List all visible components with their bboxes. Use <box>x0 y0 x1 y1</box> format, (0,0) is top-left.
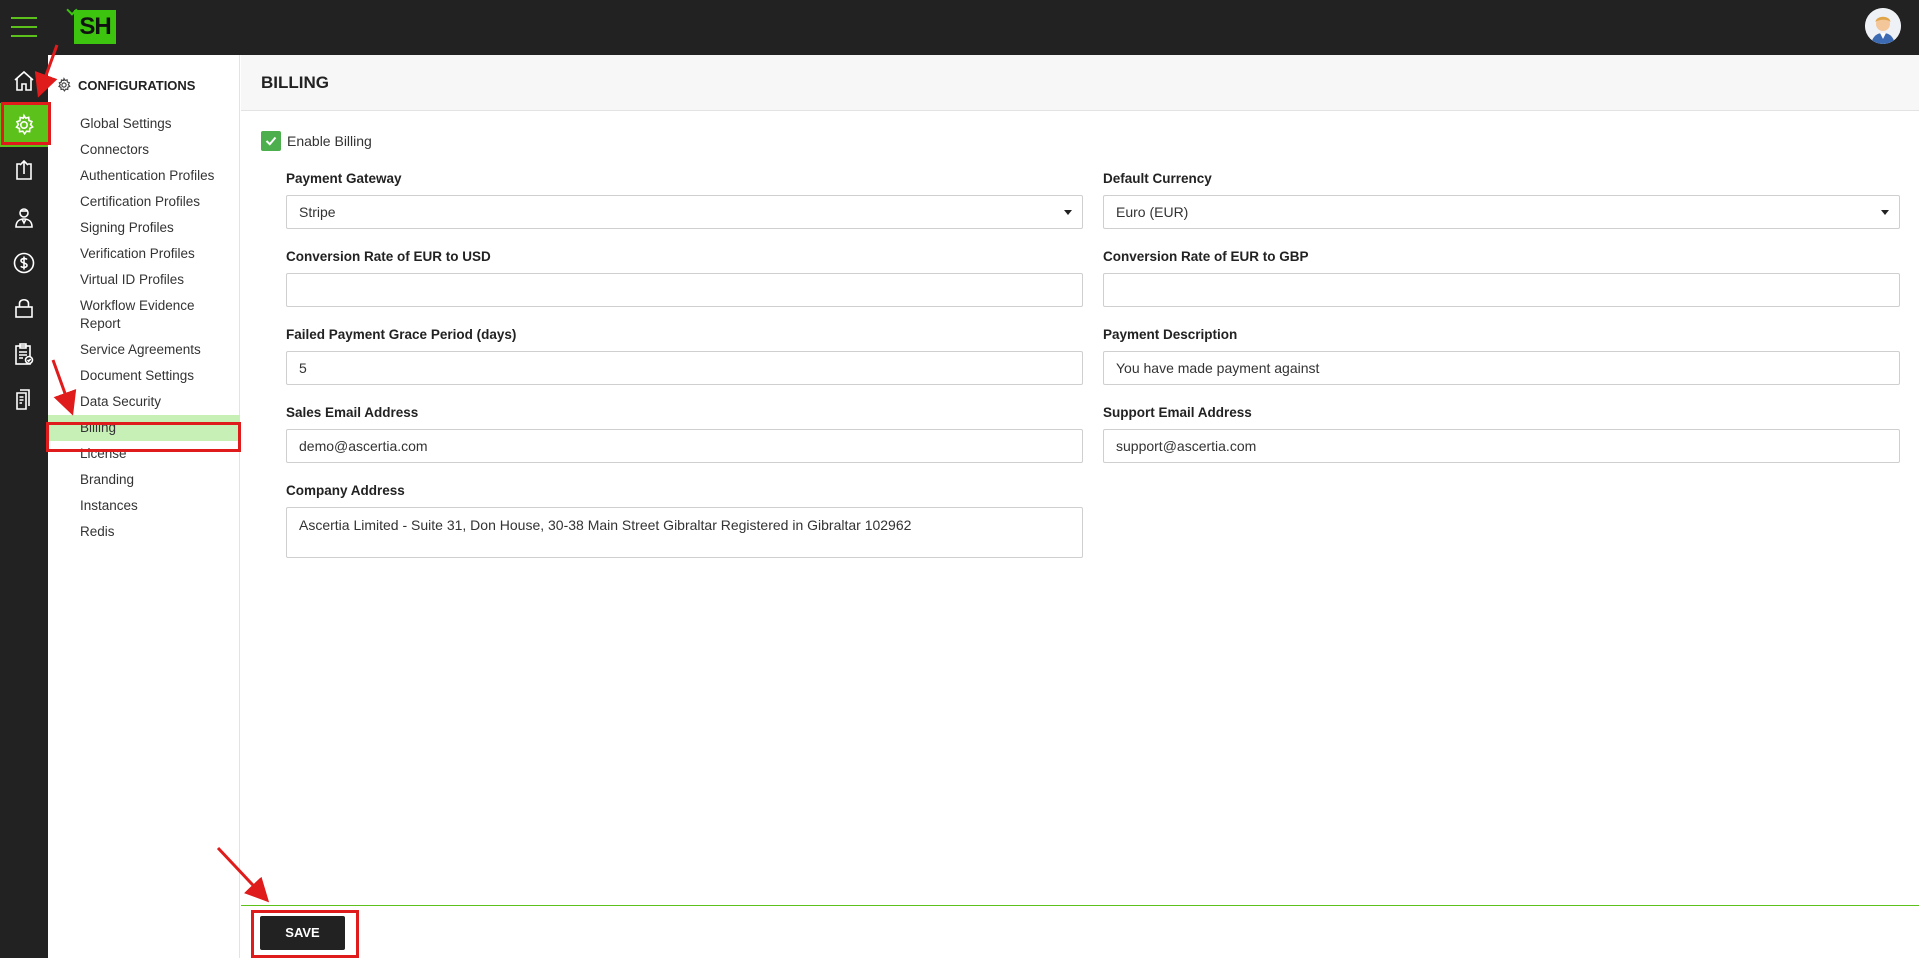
company-address-label: Company Address <box>286 483 405 498</box>
gear-icon <box>58 77 71 92</box>
default-currency-select[interactable]: Euro (EUR) <box>1103 195 1900 229</box>
sidebar-item-service-agreements[interactable]: Service Agreements <box>48 337 240 363</box>
sidebar-item-workflow-evidence-report[interactable]: Workflow Evidence Report <box>48 293 240 337</box>
page-title: BILLING <box>261 73 329 92</box>
save-button[interactable]: SAVE <box>260 916 345 950</box>
main-content: BILLING Enable Billing Payment Gateway S… <box>241 55 1919 958</box>
default-currency-field: Default Currency Euro (EUR) <box>1103 171 1900 229</box>
sidebar-item-authentication-profiles[interactable]: Authentication Profiles <box>48 163 240 189</box>
lock-icon[interactable] <box>0 286 48 330</box>
sidebar-item-document-settings[interactable]: Document Settings <box>48 363 240 389</box>
sidebar-header: CONFIGURATIONS <box>56 77 195 93</box>
rate-gbp-label: Conversion Rate of EUR to GBP <box>1103 249 1309 264</box>
home-icon[interactable] <box>0 59 48 103</box>
sidebar-item-license[interactable]: License <box>48 441 240 467</box>
caret-down-icon <box>1881 210 1889 215</box>
support-email-input[interactable]: support@ascertia.com <box>1103 429 1900 463</box>
payment-gateway-value: Stripe <box>299 204 336 220</box>
sales-email-label: Sales Email Address <box>286 405 419 420</box>
clipboard-check-icon[interactable] <box>0 332 48 376</box>
icon-rail <box>0 55 48 958</box>
gear-icon[interactable] <box>0 103 48 147</box>
rate-gbp-input[interactable] <box>1103 273 1900 307</box>
top-bar: SH <box>0 0 1919 55</box>
grace-period-field: Failed Payment Grace Period (days) 5 <box>286 327 1083 385</box>
enable-billing-label: Enable Billing <box>287 133 372 149</box>
user-icon[interactable] <box>0 195 48 239</box>
support-email-field: Support Email Address support@ascertia.c… <box>1103 405 1900 463</box>
user-avatar[interactable] <box>1865 8 1901 44</box>
sales-email-field: Sales Email Address demo@ascertia.com <box>286 405 1083 463</box>
rate-usd-label: Conversion Rate of EUR to USD <box>286 249 491 264</box>
rate-usd-input[interactable] <box>286 273 1083 307</box>
default-currency-label: Default Currency <box>1103 171 1212 186</box>
sidebar-item-billing[interactable]: Billing <box>48 415 240 441</box>
sales-email-input[interactable]: demo@ascertia.com <box>286 429 1083 463</box>
sidebar-item-instances[interactable]: Instances <box>48 493 240 519</box>
sidebar-item-connectors[interactable]: Connectors <box>48 137 240 163</box>
dollar-icon[interactable] <box>0 241 48 285</box>
sidebar-item-verification-profiles[interactable]: Verification Profiles <box>48 241 240 267</box>
caret-down-icon <box>1064 210 1072 215</box>
page-header: BILLING <box>241 55 1919 111</box>
sidebar-title: CONFIGURATIONS <box>78 77 196 93</box>
payment-gateway-label: Payment Gateway <box>286 171 402 186</box>
grace-period-input[interactable]: 5 <box>286 351 1083 385</box>
company-address-textarea[interactable]: Ascertia Limited - Suite 31, Don House, … <box>286 507 1083 558</box>
payment-description-field: Payment Description You have made paymen… <box>1103 327 1900 385</box>
checkbox-checked-icon[interactable] <box>261 131 281 151</box>
upload-icon[interactable] <box>0 148 48 192</box>
document-icon[interactable] <box>0 377 48 421</box>
company-address-field: Company Address Ascertia Limited - Suite… <box>286 483 1083 558</box>
app-logo[interactable]: SH <box>74 10 116 44</box>
sidebar-menu: Global Settings Connectors Authenticatio… <box>48 111 240 545</box>
sidebar-item-data-security[interactable]: Data Security <box>48 389 240 415</box>
sidebar-item-signing-profiles[interactable]: Signing Profiles <box>48 215 240 241</box>
sidebar-item-virtual-id-profiles[interactable]: Virtual ID Profiles <box>48 267 240 293</box>
rate-usd-field: Conversion Rate of EUR to USD <box>286 249 1083 307</box>
action-footer: SAVE <box>241 905 1919 958</box>
enable-billing-checkbox[interactable]: Enable Billing <box>261 131 372 151</box>
sidebar-item-redis[interactable]: Redis <box>48 519 240 545</box>
payment-description-label: Payment Description <box>1103 327 1238 342</box>
payment-gateway-field: Payment Gateway Stripe <box>286 171 1083 229</box>
default-currency-value: Euro (EUR) <box>1116 204 1189 220</box>
configurations-sidebar: CONFIGURATIONS Global Settings Connector… <box>48 55 240 958</box>
sidebar-item-certification-profiles[interactable]: Certification Profiles <box>48 189 240 215</box>
avatar-icon <box>1865 8 1901 44</box>
payment-description-input[interactable]: You have made payment against <box>1103 351 1900 385</box>
sidebar-item-global-settings[interactable]: Global Settings <box>48 111 240 137</box>
sidebar-item-branding[interactable]: Branding <box>48 467 240 493</box>
rate-gbp-field: Conversion Rate of EUR to GBP <box>1103 249 1900 307</box>
hamburger-icon[interactable] <box>11 17 37 37</box>
payment-gateway-select[interactable]: Stripe <box>286 195 1083 229</box>
support-email-label: Support Email Address <box>1103 405 1252 420</box>
grace-period-label: Failed Payment Grace Period (days) <box>286 327 517 342</box>
